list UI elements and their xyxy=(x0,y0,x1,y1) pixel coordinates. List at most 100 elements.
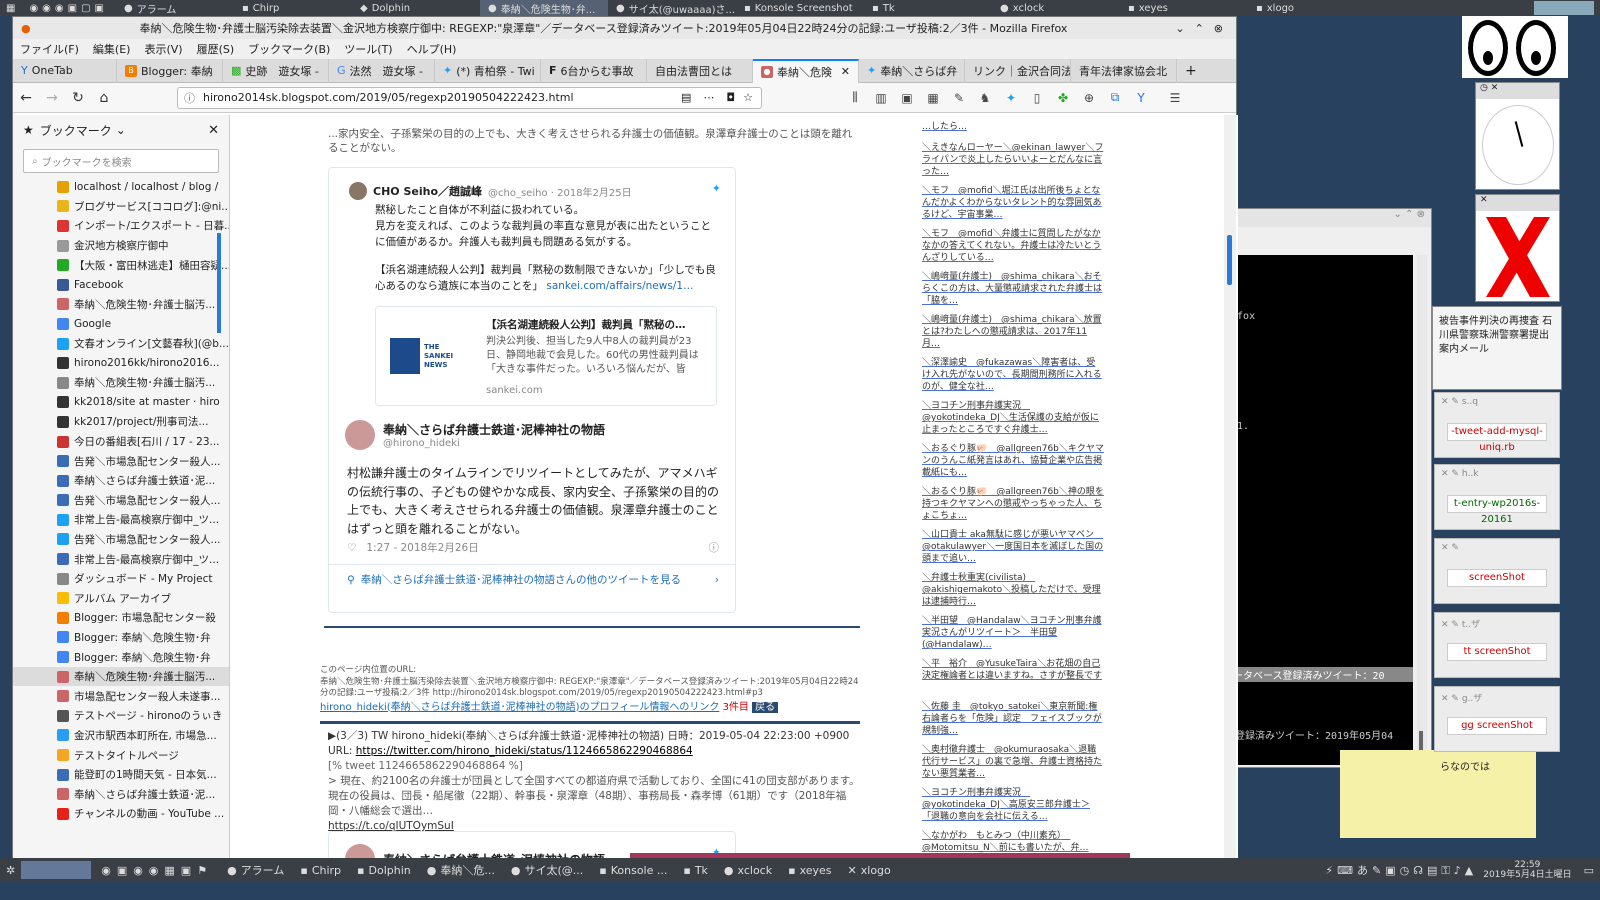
tab-close-icon[interactable]: ✕ xyxy=(841,65,850,78)
url-text[interactable]: hirono2014sk.blogspot.com/2019/05/regexp… xyxy=(203,91,675,104)
onetab-icon[interactable]: ⧉ xyxy=(1102,90,1128,105)
back-icon[interactable]: ← xyxy=(13,90,39,106)
bookmark-item[interactable]: 奉納＼危険生物･弁護士脳汚... xyxy=(13,295,229,315)
tab-saraba[interactable]: ✦ 奉納＼さらば弁 xyxy=(859,58,965,83)
twitter-bird-icon[interactable]: ✦ xyxy=(712,182,721,195)
bottom-task-saita[interactable]: ● サイ太(@... xyxy=(503,858,591,882)
bottom-task-xclock[interactable]: ● xclock xyxy=(716,858,780,882)
screenshot-icon[interactable]: ▣ xyxy=(894,91,920,105)
translate-icon[interactable]: ⊕ xyxy=(1076,91,1102,105)
menu-tools[interactable]: ツール(T) xyxy=(337,41,399,57)
bookmark-item[interactable]: 奉納＼危険生物･弁護士脳汚... xyxy=(13,666,229,687)
terminal-scrollbar[interactable] xyxy=(1417,255,1427,765)
bookmark-item[interactable]: インポート/エクスポート - 日暮... xyxy=(13,216,229,236)
sidebar-scrollbar[interactable] xyxy=(217,233,221,333)
minimize-icon[interactable]: ⌄ xyxy=(1170,22,1189,35)
bookmark-item[interactable]: Blogger: 市場急配センター殺 xyxy=(13,608,229,628)
tab-seinen[interactable]: 青年法律家協会北 xyxy=(1071,58,1177,83)
related-link[interactable]: ＼おるぐり豚🐖 @allgreen76b＼キクヤマンのうんこ紙発言はあれ、協賛企… xyxy=(922,443,1104,479)
xlogo-window[interactable]: ✕ xyxy=(1475,194,1560,302)
start-menu-icon[interactable]: ✲ xyxy=(0,864,21,877)
related-link[interactable]: ＼えきなんローヤー＼@ekinan_lawyer＼フライパンで炎上したらいいよー… xyxy=(922,142,1104,178)
bookmark-item[interactable]: 今日の番組表[石川 / 17 - 23... xyxy=(13,432,229,452)
related-link[interactable]: ＼モフ @mofid＼弁護士に質問したがなかなかの答えてくれない。弁護士は冷たい… xyxy=(922,228,1104,264)
tab-honen[interactable]: G 法然 遊女塚 - xyxy=(329,58,435,83)
related-link[interactable]: ＼弁護士秋重実(civilista) @akishigemakoto＼投稿しただ… xyxy=(922,572,1104,608)
bookmark-item[interactable]: 金沢地方検察庁御中 xyxy=(13,236,229,256)
tab-shiseki[interactable]: ▩ 史跡 遊女塚 - xyxy=(223,58,329,83)
evernote-icon[interactable]: ♞ xyxy=(972,91,998,105)
related-link[interactable]: ＼山口貴士 aka無駄に感じが悪いヤマベン @otakulawyer＼一度国日本… xyxy=(922,529,1104,565)
sidebar-close-icon[interactable]: ✕ xyxy=(208,123,219,138)
related-link[interactable]: ＼半田望 @Handalaw＼ヨコチン刑事弁護実況さんがリツイート＞ 半田望(@… xyxy=(922,615,1104,651)
heart-icon[interactable]: ♡ xyxy=(347,542,356,554)
bookmark-item[interactable]: 能登町の1時間天気 - 日本気... xyxy=(13,765,229,785)
pocket-icon[interactable]: ◘ xyxy=(726,91,735,104)
bookmark-item[interactable]: 非常上告-最高検察庁御中_ツ... xyxy=(13,549,229,569)
grid-icon[interactable]: ▦ xyxy=(920,91,946,105)
maximize-icon[interactable]: ⌃ xyxy=(1190,22,1209,35)
menu-help[interactable]: ヘルプ(H) xyxy=(400,41,464,57)
clipboard-icon[interactable]: ▯ xyxy=(1024,91,1050,105)
script-window-5[interactable]: ✕ ✎ g..ザ gg screenShot xyxy=(1434,686,1560,752)
bottom-task-alarm[interactable]: ● アラーム xyxy=(219,858,292,882)
related-link[interactable]: ＼平 裕介 @YusukeTaira＼お花畑の自己決定権論者とは違いますね。さす… xyxy=(922,658,1104,694)
related-link[interactable]: ＼奥村徹弁護士 @okumuraosaka＼退職代行サービス」の裏で急増、弁護士… xyxy=(922,744,1104,780)
script-window-3[interactable]: ✕ ✎ screenShot xyxy=(1434,538,1560,604)
avatar[interactable] xyxy=(349,182,367,200)
page-scrollbar[interactable] xyxy=(1224,115,1236,869)
bookmark-item[interactable]: Google xyxy=(13,314,229,334)
bookmark-item[interactable]: 金沢市駅西本町所在, 市場急... xyxy=(13,726,229,746)
sidebar-title[interactable]: ブックマーク xyxy=(40,122,112,139)
menu-file[interactable]: ファイル(F) xyxy=(13,41,86,57)
quoted-author-name[interactable]: CHO Seiho／趙誠峰 xyxy=(373,183,482,199)
library-icon[interactable]: ⫼ xyxy=(842,90,868,105)
bookmark-item[interactable]: 【大阪・富田林逃走】樋田容疑... xyxy=(13,255,229,275)
onetab-y-icon[interactable]: Y xyxy=(1128,91,1154,105)
top-task-konsole[interactable]: ▪ Konsole Screenshot xyxy=(736,0,864,16)
menu-edit[interactable]: 編集(E) xyxy=(86,41,138,57)
script-window-4[interactable]: ✕ ✎ t..ザ tt screenShot xyxy=(1434,612,1560,678)
reader-icon[interactable]: ▤ xyxy=(681,91,691,104)
related-link[interactable]: ＼ヨコチン刑事弁護実況 @yokotindeka_DJ＼生活保護の支給が仮に止ま… xyxy=(922,400,1104,436)
top-task-firefox[interactable]: ● 奉納＼危険生物･弁... xyxy=(479,0,608,16)
related-link[interactable]: ＼佐藤 圭 @tokyo_satokei＼東京新聞:権右論者らを「危険」認定 フ… xyxy=(922,701,1104,737)
link-preview-card[interactable]: THE SANKEI NEWS 【浜名湖連続殺人公判】裁判員「黙秘の… 判決公判… xyxy=(375,306,717,406)
quicklaunch-icons[interactable]: ◉▣◉◉▦▣⚑ xyxy=(95,864,219,877)
bottom-task-tk[interactable]: ▪ Tk xyxy=(675,858,716,882)
bookmark-item[interactable]: Blogger: 奉納＼危険生物･弁 xyxy=(13,628,229,648)
pager[interactable] xyxy=(1534,1,1594,15)
info-icon[interactable]: ⓘ xyxy=(709,540,720,555)
related-link[interactable]: ＼嶋﨑量(弁護士) @shima_chikara＼おそらくこの方は、大量懲戒請求… xyxy=(922,271,1104,307)
related-link[interactable]: ＼嶋﨑量(弁護士) @shima_chikara＼放置とは?わたしへの懲戒請求は… xyxy=(922,314,1104,350)
more-icon[interactable]: ⋯ xyxy=(703,91,714,104)
quoted-tweet-card[interactable]: CHO Seiho／趙誠峰 @cho_seiho · 2018年2月25日 ✦ … xyxy=(328,167,736,613)
system-menu-icon[interactable]: ▦ xyxy=(0,3,21,14)
sidebar-icon[interactable]: ▥ xyxy=(868,91,894,105)
info-icon[interactable]: ⓘ xyxy=(184,90,195,106)
bookmark-item[interactable]: テストページ - hironoのうぃき xyxy=(13,706,229,726)
reload-icon[interactable]: ↻ xyxy=(65,90,91,106)
bookmark-item[interactable]: kk2017/project/刑事司法... xyxy=(13,412,229,432)
bottom-task-firefox[interactable]: ● 奉納＼危... xyxy=(419,858,503,882)
bookmark-item[interactable]: Facebook xyxy=(13,275,229,295)
bookmark-item[interactable]: 告発＼市場急配センター殺人... xyxy=(13,530,229,550)
related-link[interactable]: ＼ヨコチン刑事弁護実況 @yokotindeka_DJ＼高原安三郎弁護士＞「退職… xyxy=(922,787,1104,823)
tab-jiyuhoso[interactable]: 自由法曹団とは xyxy=(647,58,753,83)
xclock-window[interactable]: ◷ ✕ xyxy=(1475,82,1560,190)
launcher-icons[interactable]: ◉◉◉▣▢▣ xyxy=(21,3,116,14)
twitter-icon[interactable]: ✦ xyxy=(998,91,1024,105)
bookmark-search-input[interactable]: ⌕ ブックマークを検索 xyxy=(23,149,219,173)
top-task-xeyes[interactable]: ▪ xeyes xyxy=(1120,0,1248,16)
forward-icon[interactable]: → xyxy=(39,90,65,106)
top-task-saita[interactable]: ● サイ太(@uwaaaa)さ... xyxy=(608,0,736,16)
puzzle-icon[interactable]: ✤ xyxy=(1050,91,1076,105)
desktop-pager[interactable] xyxy=(21,861,92,879)
related-link[interactable]: …したら… xyxy=(922,121,1104,135)
url-bar[interactable]: ⓘ hirono2014sk.blogspot.com/2019/05/rege… xyxy=(177,86,762,109)
bottom-task-konsole[interactable]: ▪ Konsole ... xyxy=(591,858,675,882)
tab-jiko[interactable]: F 6台からむ事故 xyxy=(541,58,647,83)
bookmark-item[interactable]: アルバム アーカイブ xyxy=(13,588,229,608)
bookmark-item[interactable]: チャンネルの動画 - YouTube ... xyxy=(13,804,229,824)
menu-view[interactable]: 表示(V) xyxy=(137,41,189,57)
